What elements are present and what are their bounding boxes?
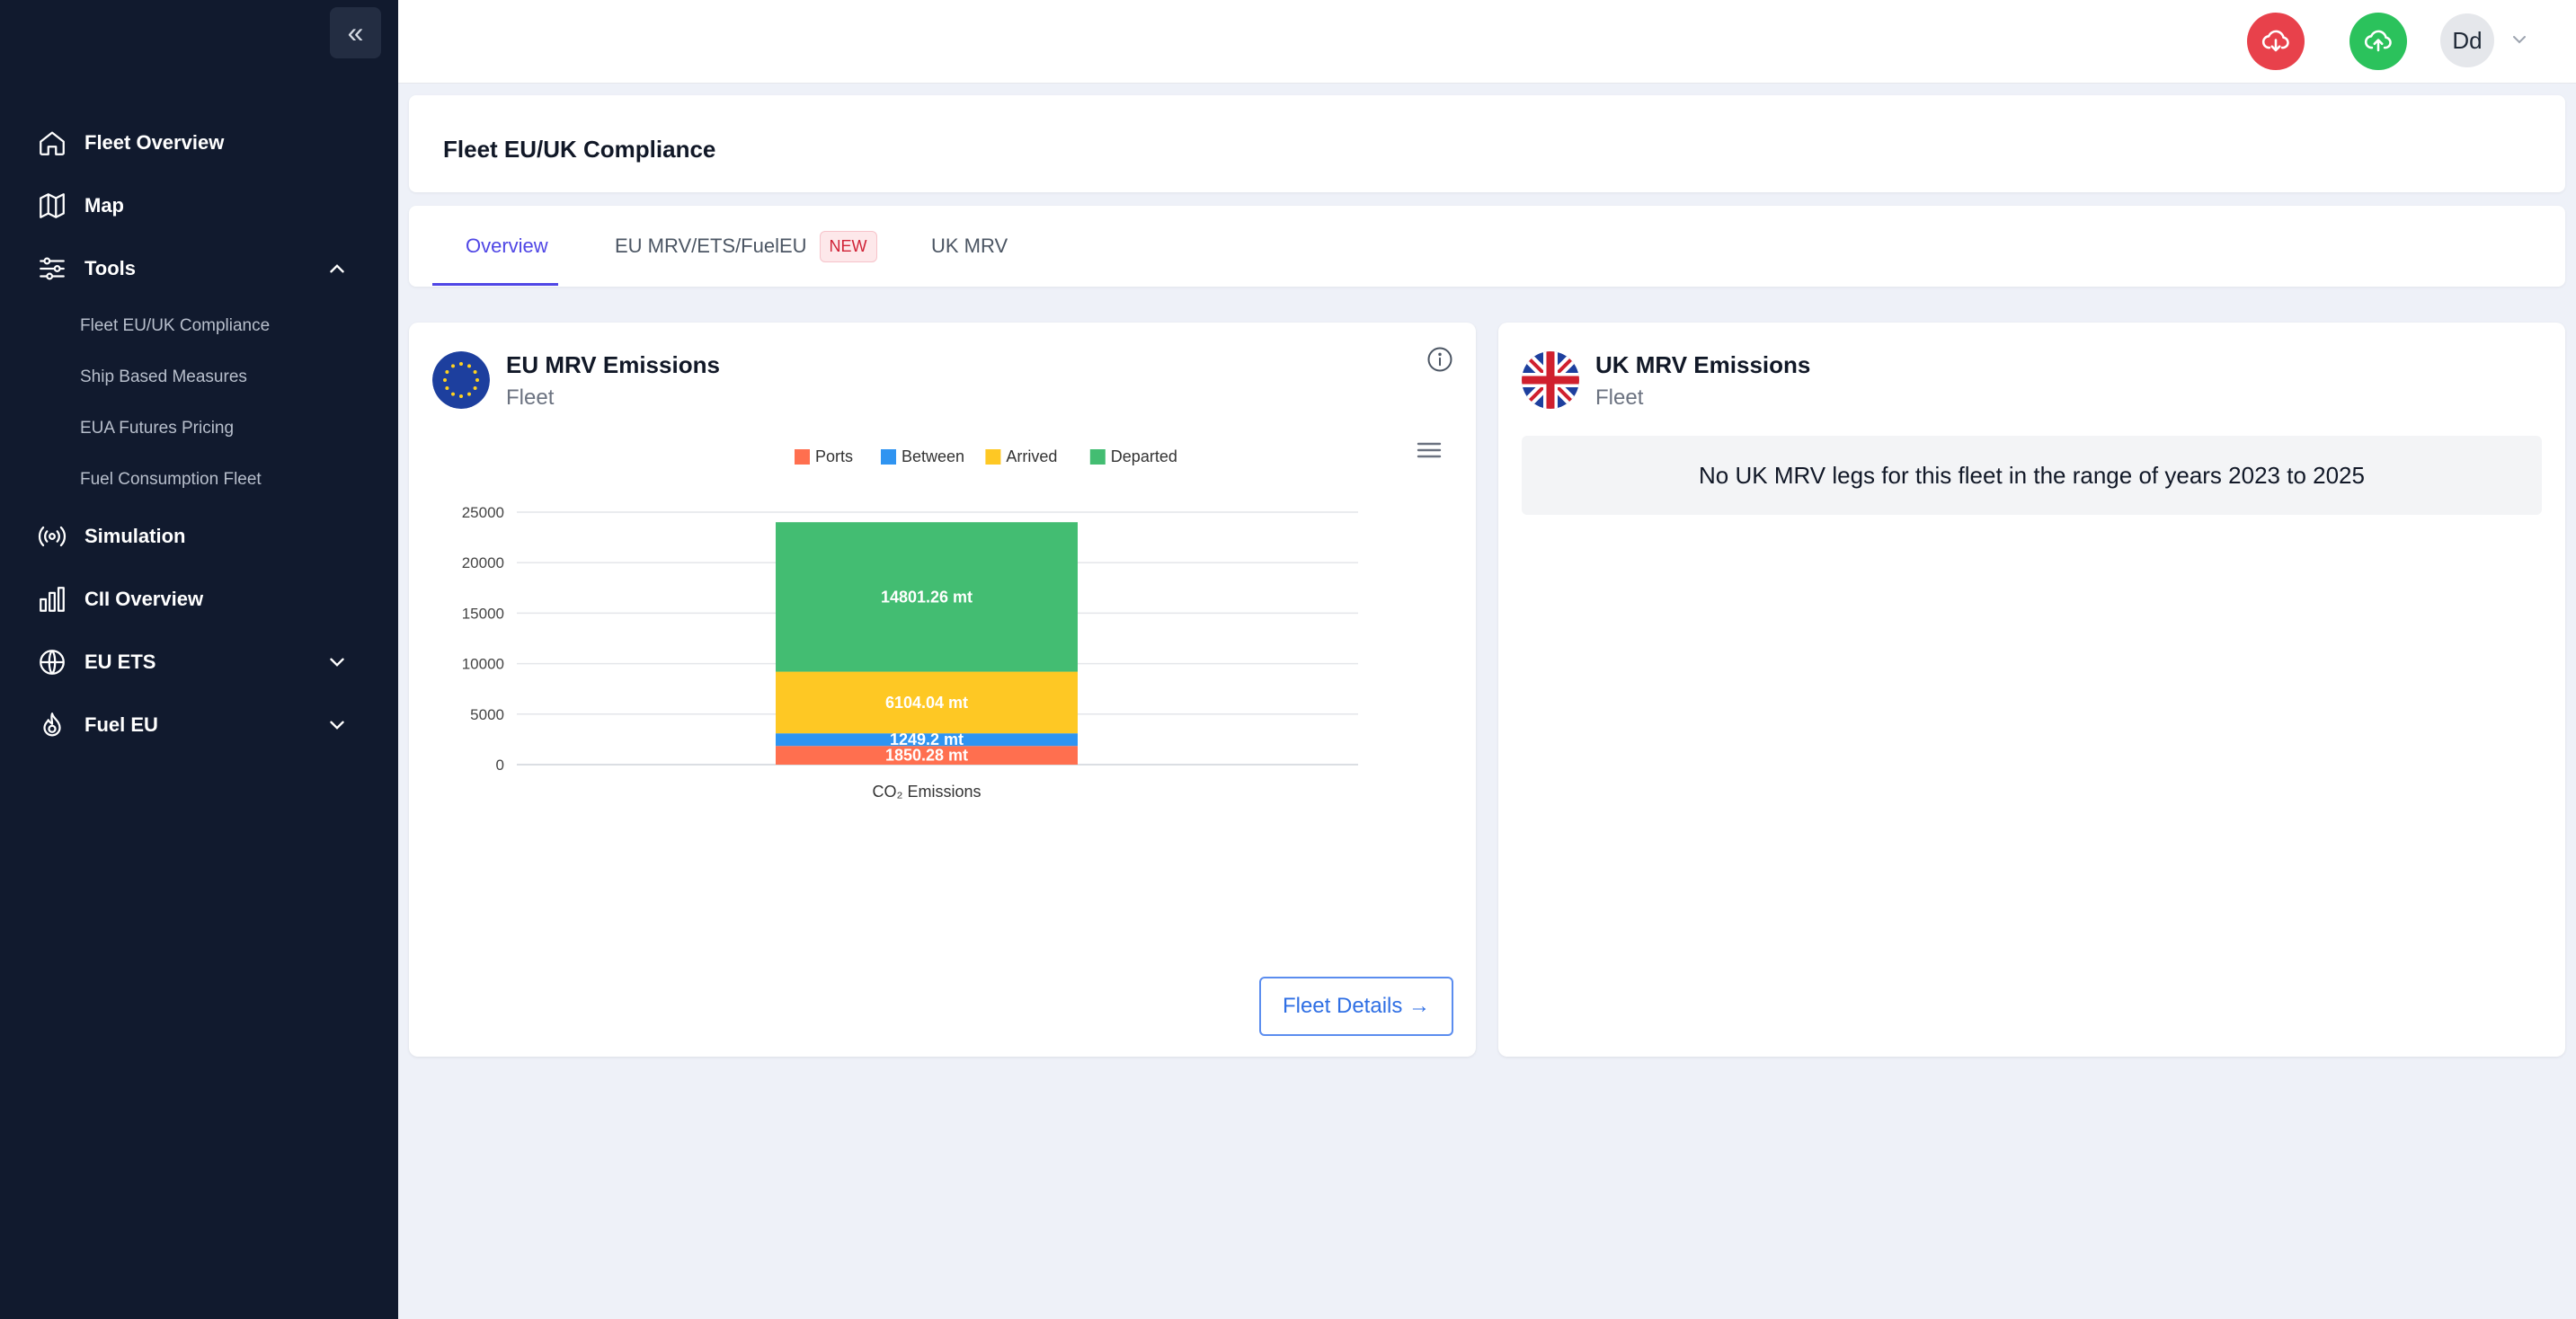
legend-swatch	[795, 449, 810, 465]
download-button[interactable]	[2247, 13, 2305, 70]
y-tick-label: 25000	[462, 504, 504, 521]
tab-label: Overview	[466, 235, 548, 257]
sidebar-item-simulation[interactable]: Simulation	[0, 505, 398, 568]
tab-bar: Overview EU MRV/ETS/FuelEU NEW UK MRV	[409, 206, 2565, 287]
sidebar-item-label: EU ETS	[84, 651, 156, 673]
sidebar-item-label: Fleet Overview	[84, 131, 225, 154]
sidebar-item-eu-ets[interactable]: EU ETS	[0, 631, 398, 694]
page-header: Fleet EU/UK Compliance	[409, 95, 2565, 192]
chart-menu-icon[interactable]	[1416, 439, 1443, 461]
avatar[interactable]: Dd	[2440, 13, 2494, 67]
sidebar-item-label: Fuel EU	[84, 713, 158, 736]
sidebar-item-label: Tools	[84, 257, 137, 279]
sidebar-item-label: CII Overview	[84, 588, 204, 610]
eu-flag-icon	[432, 351, 490, 409]
sidebar-item-cii-overview[interactable]: CII Overview	[0, 568, 398, 631]
y-tick-label: 0	[496, 757, 504, 774]
sidebar-subitem-fuel-consumption-fleet[interactable]: Fuel Consumption Fleet	[0, 454, 398, 505]
chevron-down-icon[interactable]	[325, 651, 349, 674]
flame-icon	[36, 709, 68, 741]
new-badge: NEW	[819, 230, 877, 262]
topbar: Dd	[398, 0, 2576, 84]
card-title: UK MRV Emissions	[1595, 351, 1811, 378]
tab-label: UK MRV	[931, 235, 1008, 257]
sidebar-subitem-eua-futures-pricing[interactable]: EUA Futures Pricing	[0, 403, 398, 454]
legend-label: Departed	[1111, 447, 1177, 465]
legend-swatch	[985, 449, 1001, 465]
y-tick-label: 5000	[470, 706, 504, 723]
legend-swatch	[1089, 449, 1106, 465]
card-subtitle: Fleet	[1595, 385, 1644, 410]
tab-label: EU MRV/ETS/FuelEU	[615, 235, 807, 257]
uk-flag-icon	[1522, 351, 1579, 409]
sidebar-subitem-fleet-eu-uk-compliance[interactable]: Fleet EU/UK Compliance	[0, 300, 398, 351]
legend-label: Between	[902, 447, 964, 465]
sidebar-item-fuel-eu[interactable]: Fuel EU	[0, 694, 398, 757]
map-icon	[36, 190, 68, 222]
bar-chart-icon	[36, 583, 68, 615]
sidebar-subitem-ship-based-measures[interactable]: Ship Based Measures	[0, 351, 398, 403]
tab-eu-mrv-ets-fueleu[interactable]: EU MRV/ETS/FuelEU NEW	[615, 206, 877, 287]
legend-swatch	[881, 449, 896, 465]
chevron-down-icon[interactable]	[2509, 29, 2530, 50]
tab-overview[interactable]: Overview	[466, 206, 548, 287]
upload-button[interactable]	[2349, 13, 2407, 70]
globe-icon	[36, 646, 68, 678]
cloud-upload-icon	[2364, 30, 2392, 52]
no-data-message: No UK MRV legs for this fleet in the ran…	[1522, 436, 2542, 515]
sidebar-item-tools[interactable]: Tools	[0, 237, 398, 300]
sidebar-nav: Fleet Overview Map Tools Fleet EU/UK Com…	[0, 111, 398, 757]
page-title: Fleet EU/UK Compliance	[443, 136, 716, 163]
y-tick-label: 20000	[462, 554, 504, 571]
y-tick-label: 15000	[462, 605, 504, 622]
sidebar-item-label: Simulation	[84, 525, 186, 547]
y-tick-label: 10000	[462, 656, 504, 673]
sidebar-item-fleet-overview[interactable]: Fleet Overview	[0, 111, 398, 174]
uk-mrv-card: UK MRV Emissions Fleet No UK MRV legs fo…	[1498, 323, 2565, 1057]
chevron-up-icon[interactable]	[325, 257, 349, 280]
cloud-download-icon	[2261, 30, 2289, 52]
eu-mrv-card: EU MRV Emissions Fleet Ports Between Arriv…	[409, 323, 1476, 1057]
data-label: 14801.26 mt	[881, 588, 973, 606]
data-label: 6104.04 mt	[885, 694, 968, 712]
data-label: 1249.2 mt	[890, 730, 964, 748]
card-subtitle: Fleet	[506, 385, 555, 410]
sidebar-item-label: Map	[84, 194, 124, 217]
chevron-down-icon[interactable]	[325, 713, 349, 737]
tab-uk-mrv[interactable]: UK MRV	[931, 206, 1008, 287]
sidebar-collapse-button[interactable]: «	[330, 7, 381, 58]
sidebar-item-map[interactable]: Map	[0, 174, 398, 237]
sliders-icon	[36, 252, 68, 285]
info-icon[interactable]	[1426, 346, 1453, 373]
card-title: EU MRV Emissions	[506, 351, 720, 378]
active-tab-indicator	[432, 283, 558, 286]
eu-emissions-chart: Ports Between Arrived Departed 0 5000 10000 150…	[462, 447, 1358, 801]
data-label: 1850.28 mt	[885, 747, 968, 765]
x-tick-label: CO₂ Emissions	[872, 783, 981, 801]
legend-label: Arrived	[1006, 447, 1057, 465]
sidebar: « Fleet Overview Map Tools Fleet EU/UK C…	[0, 0, 398, 1319]
home-icon	[36, 127, 68, 159]
legend-label: Ports	[815, 447, 853, 465]
broadcast-icon	[36, 520, 68, 553]
chevrons-left-icon: «	[347, 16, 364, 49]
fleet-details-button[interactable]: Fleet Details →	[1259, 977, 1453, 1036]
